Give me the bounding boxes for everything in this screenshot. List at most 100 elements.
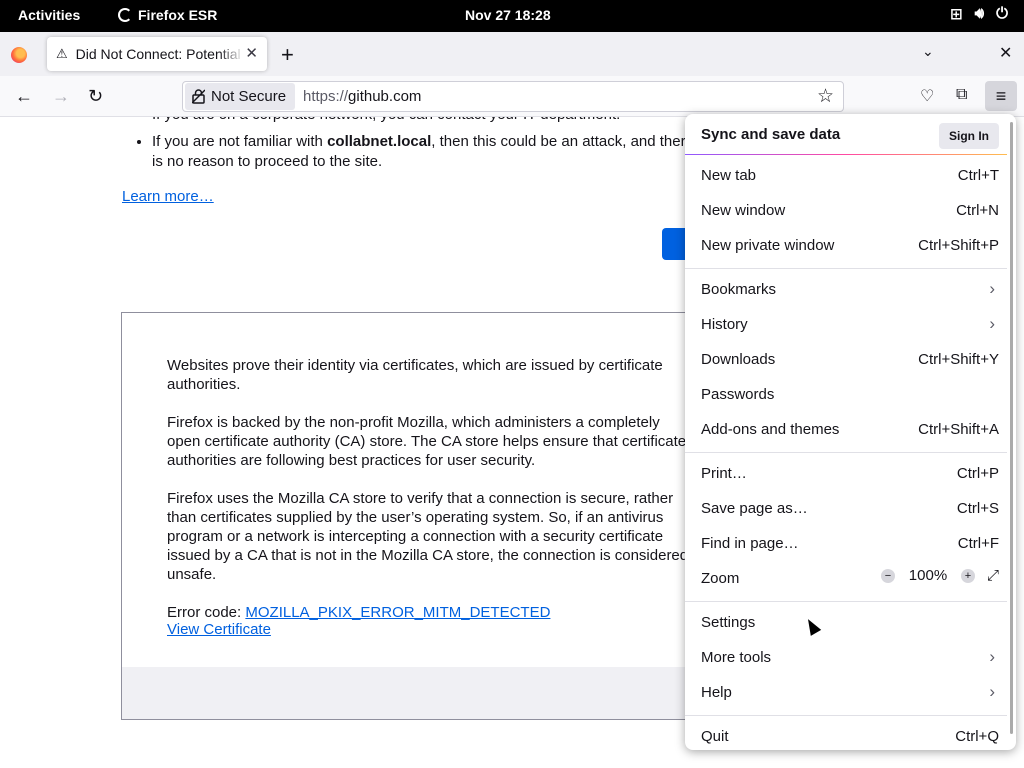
menu-item-settings[interactable]: Settings: [685, 606, 1007, 641]
menu-item-save-page[interactable]: Save page as… Ctrl+S: [685, 492, 1007, 527]
tab-active[interactable]: ⚠ Did Not Connect: Potential Security Is…: [47, 37, 267, 71]
menu-item-shortcut: Ctrl+Shift+Y: [918, 351, 999, 368]
menu-scrollbar[interactable]: [1010, 122, 1013, 734]
menu-item-addons[interactable]: Add-ons and themes Ctrl+Shift+A: [685, 413, 1007, 448]
advanced-panel: Websites prove their identity via certif…: [121, 312, 721, 720]
menu-item-print[interactable]: Print… Ctrl+P: [685, 457, 1007, 492]
menu-item-help[interactable]: Help ›: [685, 676, 1007, 711]
reload-icon[interactable]: ↻: [88, 86, 103, 107]
menu-item-downloads[interactable]: Downloads Ctrl+Shift+Y: [685, 343, 1007, 378]
list-item: If you are on a corporate network, you c…: [152, 117, 696, 125]
error-code: Error code: MOZILLA_PKIX_ERROR_MITM_DETE…: [167, 603, 697, 622]
bullet-text: If you are not familiar with: [152, 133, 328, 150]
menu-item-label: Add-ons and themes: [701, 421, 840, 438]
paragraph: Websites prove their identity via certif…: [167, 357, 663, 393]
menu-item-shortcut: Ctrl+Shift+P: [918, 237, 999, 254]
menu-item-label: History: [701, 316, 748, 333]
zoom-reset-button[interactable]: 100%: [907, 567, 949, 584]
bookmark-star-icon[interactable]: ☆: [817, 85, 834, 108]
menu-item-find-in-page[interactable]: Find in page… Ctrl+F: [685, 527, 1007, 562]
menu-item-label: More tools: [701, 649, 772, 666]
menu-item-zoom: Zoom − 100% + ⤢: [685, 562, 1007, 597]
menu-item-shortcut: Ctrl+T: [957, 167, 999, 184]
app-menu-panel: Sync and save data Sign In New tab Ctrl+…: [685, 114, 1016, 750]
warning-icon: ⚠: [56, 46, 68, 61]
menu-item-more-tools[interactable]: More tools ›: [685, 641, 1007, 676]
error-code-label: Error code:: [167, 604, 246, 621]
chevron-right-icon: ›: [989, 314, 995, 333]
app-menu-button[interactable]: ≡: [985, 81, 1017, 111]
menu-item-shortcut: Ctrl+Q: [955, 728, 999, 745]
system-status-area[interactable]: ⊞ 🔊︎ ⏻: [950, 5, 1008, 23]
sync-gradient-line: [685, 154, 1007, 155]
app-name: Firefox ESR: [138, 7, 218, 23]
learn-more-link[interactable]: Learn more…: [122, 188, 214, 205]
activities-button[interactable]: Activities: [18, 7, 80, 23]
menu-item-label: Passwords: [701, 386, 775, 403]
menu-item-label: New tab: [701, 167, 757, 184]
menu-item-new-private-window[interactable]: New private window Ctrl+Shift+P: [685, 229, 1007, 264]
advanced-text: Websites prove their identity via certif…: [167, 356, 697, 641]
clock[interactable]: Nov 27 18:28: [465, 7, 551, 23]
list-all-tabs-icon[interactable]: ⌄: [922, 43, 934, 60]
menu-separator: [685, 268, 1007, 269]
menu-item-label: Help: [701, 684, 732, 701]
chevron-right-icon: ›: [989, 279, 995, 298]
fullscreen-icon[interactable]: ⤢: [987, 567, 999, 584]
menu-item-new-window[interactable]: New window Ctrl+N: [685, 194, 1007, 229]
network-icon: ⊞: [950, 6, 963, 23]
chevron-right-icon: ›: [989, 647, 995, 666]
menu-item-label: Find in page…: [701, 535, 799, 552]
menu-item-label: Settings: [701, 614, 756, 631]
extensions-icon[interactable]: ⧉: [956, 86, 967, 104]
menu-separator: [685, 601, 1007, 602]
menu-item-new-tab[interactable]: New tab Ctrl+T: [685, 159, 1007, 194]
menu-separator: [685, 452, 1007, 453]
advanced-panel-footer: [122, 667, 720, 719]
sign-in-button[interactable]: Sign In: [939, 123, 999, 149]
menu-item-shortcut: Ctrl+F: [957, 535, 999, 552]
forward-arrow-icon[interactable]: →: [52, 86, 70, 107]
volume-icon: 🔊︎: [974, 5, 985, 22]
paragraph: Firefox is backed by the non-profit Mozi…: [167, 414, 687, 469]
menu-item-shortcut: Ctrl+Shift+A: [918, 421, 999, 438]
url-host: github.com: [348, 88, 422, 105]
tab-title: Did Not Connect: Potential Security Issu…: [75, 46, 244, 62]
host-name: collabnet.local: [327, 133, 432, 150]
menu-item-label: Bookmarks: [701, 281, 777, 298]
menu-item-label: New window: [701, 202, 786, 219]
back-arrow-icon[interactable]: ←: [15, 86, 33, 107]
pocket-icon[interactable]: ♡: [920, 86, 934, 106]
app-menu[interactable]: Firefox ESR: [118, 7, 217, 23]
menu-item-passwords[interactable]: Passwords: [685, 378, 1007, 413]
firefox-app-icon: [118, 8, 132, 22]
url-text[interactable]: https://github.com: [303, 88, 421, 105]
menu-item-history[interactable]: History ›: [685, 308, 1007, 343]
error-code-link[interactable]: MOZILLA_PKIX_ERROR_MITM_DETECTED: [245, 604, 550, 621]
paragraph: Firefox uses the Mozilla CA store to ver…: [167, 490, 689, 583]
firefox-view-icon[interactable]: [11, 47, 27, 63]
menu-item-shortcut: Ctrl+N: [956, 202, 999, 219]
power-icon: ⏻: [996, 5, 1008, 22]
zoom-out-icon[interactable]: −: [880, 568, 895, 583]
zoom-controls: − 100% + ⤢: [880, 567, 999, 584]
tab-close-icon[interactable]: ✕: [245, 44, 258, 62]
insecure-lock-icon: [192, 89, 205, 104]
menu-separator: [685, 715, 1007, 716]
menu-item-label: Downloads: [701, 351, 776, 368]
new-tab-button[interactable]: +: [281, 42, 294, 68]
hamburger-icon: ≡: [995, 86, 1007, 106]
site-security-button[interactable]: Not Secure: [185, 83, 295, 110]
url-scheme: https://: [303, 88, 349, 105]
list-item: If you are not familiar with collabnet.l…: [152, 132, 696, 172]
sync-title[interactable]: Sync and save data: [701, 126, 840, 143]
chevron-right-icon: ›: [989, 682, 995, 701]
menu-item-bookmarks[interactable]: Bookmarks ›: [685, 273, 1007, 308]
window-close-icon[interactable]: ✕: [999, 43, 1012, 63]
menu-item-quit[interactable]: Quit Ctrl+Q: [685, 720, 1007, 750]
system-top-bar: Activities Firefox ESR Nov 27 18:28 ⊞ 🔊︎…: [0, 0, 1024, 32]
menu-item-shortcut: Ctrl+S: [956, 500, 999, 517]
zoom-in-icon[interactable]: +: [960, 568, 975, 583]
view-certificate-link[interactable]: View Certificate: [167, 621, 271, 638]
not-secure-label: Not Secure: [211, 88, 287, 105]
